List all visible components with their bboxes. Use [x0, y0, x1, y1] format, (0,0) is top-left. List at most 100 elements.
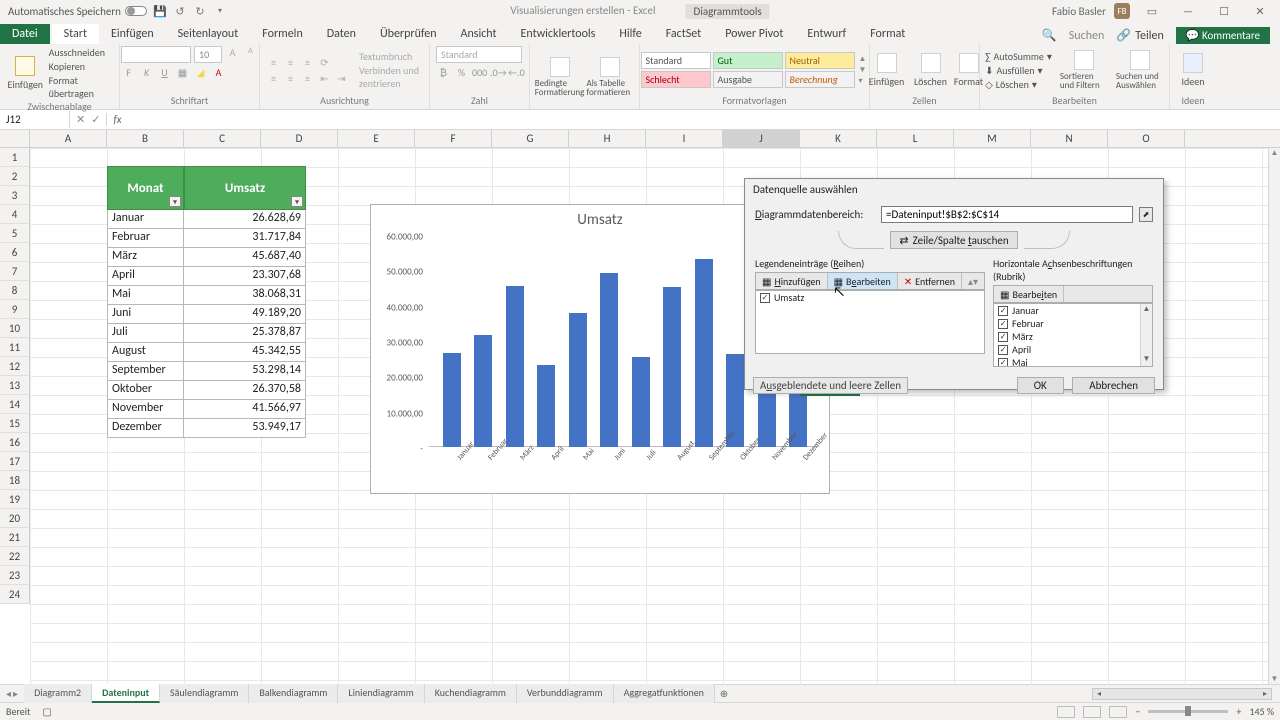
category-item[interactable]: ✓April	[994, 343, 1152, 356]
number-format-select[interactable]: Standard	[436, 46, 522, 63]
row-header[interactable]: 3	[0, 186, 30, 205]
col-header[interactable]: D	[261, 130, 338, 147]
delete-cells-button[interactable]: Löschen	[914, 53, 948, 88]
chart-bar[interactable]	[506, 286, 524, 447]
cell-value[interactable]: 26.370,58	[184, 381, 306, 400]
chart-bar[interactable]	[663, 287, 681, 447]
share-button[interactable]: 🔗 Teilen	[1116, 28, 1164, 43]
find-select-button[interactable]: Suchen und Auswählen	[1116, 50, 1164, 90]
save-icon[interactable]: 💾	[153, 4, 167, 18]
cancel-button[interactable]: Abbrechen	[1072, 377, 1155, 394]
page-layout-view-icon[interactable]	[1083, 706, 1101, 718]
table-row[interactable]: März45.687,40	[107, 248, 338, 267]
col-header[interactable]: I	[646, 130, 723, 147]
row-header[interactable]: 6	[0, 243, 30, 262]
table-header-value[interactable]: Umsatz ▾	[184, 166, 306, 210]
chart-bar[interactable]	[600, 273, 618, 447]
col-header[interactable]: E	[338, 130, 415, 147]
style-neutral[interactable]: Neutral	[785, 52, 855, 69]
align-top-icon[interactable]: ≡	[266, 56, 281, 69]
redo-icon[interactable]: ↻	[193, 4, 207, 18]
ribbon-tab-power pivot[interactable]: Power Pivot	[713, 24, 795, 44]
col-header[interactable]: F	[415, 130, 492, 147]
italic-button[interactable]: K	[139, 66, 154, 79]
cell-value[interactable]: 53.949,17	[184, 419, 306, 438]
wrap-text-button[interactable]: Textumbruch	[359, 50, 423, 63]
row-header[interactable]: 2	[0, 167, 30, 186]
col-header[interactable]: G	[492, 130, 569, 147]
sheet-nav-first-icon[interactable]: ◂	[6, 687, 11, 700]
table-row[interactable]: August45.342,55	[107, 343, 338, 362]
checkbox-icon[interactable]: ✓	[998, 358, 1008, 368]
cell-value[interactable]: 45.687,40	[184, 248, 306, 267]
indent-dec-icon[interactable]: ⇤	[317, 72, 332, 85]
ribbon-options-icon[interactable]: ▭	[1138, 5, 1166, 18]
h-scrollbar[interactable]: ◂▸	[1092, 688, 1272, 700]
col-header[interactable]: B	[107, 130, 184, 147]
chart-bar[interactable]	[632, 357, 650, 447]
dec-decimal-icon[interactable]: ←.0	[508, 66, 523, 79]
categories-scrollbar[interactable]: ▲▼	[1140, 304, 1152, 366]
user-avatar[interactable]: FB	[1114, 3, 1130, 19]
add-series-button[interactable]: ▦ Hinzufügen	[756, 273, 828, 289]
chart-range-input[interactable]	[881, 206, 1133, 223]
sheet-tab[interactable]: Balkendiagramm	[249, 684, 338, 703]
indent-inc-icon[interactable]: ⇥	[334, 72, 349, 85]
cell-month[interactable]: November	[107, 400, 184, 419]
table-row[interactable]: Juni49.189,20	[107, 305, 338, 324]
remove-series-button[interactable]: ✕ Entfernen	[898, 273, 962, 289]
chart-bar[interactable]	[695, 259, 713, 447]
col-header[interactable]: L	[877, 130, 954, 147]
row-header[interactable]: 19	[0, 490, 30, 509]
zoom-out-button[interactable]: −	[1135, 705, 1140, 718]
sheet-tab[interactable]: Kuchendiagramm	[425, 684, 517, 703]
fx-icon[interactable]: fx	[107, 113, 121, 126]
sheet-tab[interactable]: Säulendiagramm	[160, 684, 249, 703]
cell-value[interactable]: 49.189,20	[184, 305, 306, 324]
border-button[interactable]: ▦	[175, 66, 190, 79]
ribbon-tab-ansicht[interactable]: Ansicht	[449, 24, 509, 44]
row-header[interactable]: 18	[0, 471, 30, 490]
font-name-input[interactable]	[121, 46, 191, 63]
minimize-button[interactable]: —	[1174, 5, 1202, 18]
fill-button[interactable]: ⬇ Ausfüllen ▾	[985, 64, 1052, 77]
checkbox-icon[interactable]: ✓	[998, 306, 1008, 316]
select-all-corner[interactable]	[0, 130, 30, 147]
categories-listbox[interactable]: ✓Januar✓Februar✓März✓April✓Mai ▲▼	[993, 303, 1153, 367]
row-header[interactable]: 10	[0, 319, 30, 338]
paste-button[interactable]: Einfügen	[6, 56, 45, 91]
style-schlecht[interactable]: Schlecht	[641, 71, 711, 88]
cell-value[interactable]: 41.566,97	[184, 400, 306, 419]
col-header[interactable]: M	[954, 130, 1031, 147]
hidden-empty-cells-button[interactable]: Ausgeblendete und leere Zellen	[753, 377, 908, 394]
ribbon-tab-hilfe[interactable]: Hilfe	[607, 24, 653, 44]
zoom-in-button[interactable]: +	[1236, 705, 1241, 718]
ok-button[interactable]: OK	[1017, 377, 1064, 394]
cell-month[interactable]: Januar	[107, 210, 184, 229]
switch-row-column-button[interactable]: ⇄ Zeile/Spalte tauschen	[890, 231, 1017, 249]
row-header[interactable]: 14	[0, 395, 30, 414]
search-input[interactable]: Suchen	[1069, 29, 1104, 43]
row-header[interactable]: 13	[0, 376, 30, 395]
ribbon-tab-factset[interactable]: FactSet	[654, 24, 713, 44]
autosave-toggle[interactable]: Automatisches Speichern	[8, 5, 147, 18]
accounting-icon[interactable]: ₿	[436, 66, 451, 79]
row-header[interactable]: 8	[0, 281, 30, 300]
cond-format-button[interactable]: Bedingte Formatierung	[537, 57, 583, 97]
file-tab[interactable]: Datei	[0, 24, 50, 44]
col-header[interactable]: J	[723, 130, 800, 147]
row-header[interactable]: 20	[0, 509, 30, 528]
align-bottom-icon[interactable]: ≡	[300, 56, 315, 69]
col-header[interactable]: C	[184, 130, 261, 147]
cell-value[interactable]: 26.628,69	[184, 210, 306, 229]
cell-month[interactable]: September	[107, 362, 184, 381]
grow-font-icon[interactable]: A	[225, 46, 240, 63]
align-center-icon[interactable]: ≡	[283, 72, 298, 85]
row-header[interactable]: 23	[0, 566, 30, 585]
sheet-tab[interactable]: Dateninput	[92, 684, 160, 703]
close-button[interactable]: ✕	[1246, 5, 1274, 18]
style-gut[interactable]: Gut	[713, 52, 783, 69]
add-sheet-button[interactable]: ⊕	[715, 687, 733, 700]
zoom-level[interactable]: 145 %	[1249, 705, 1274, 718]
format-as-table-button[interactable]: Als Tabelle formatieren	[587, 57, 633, 97]
